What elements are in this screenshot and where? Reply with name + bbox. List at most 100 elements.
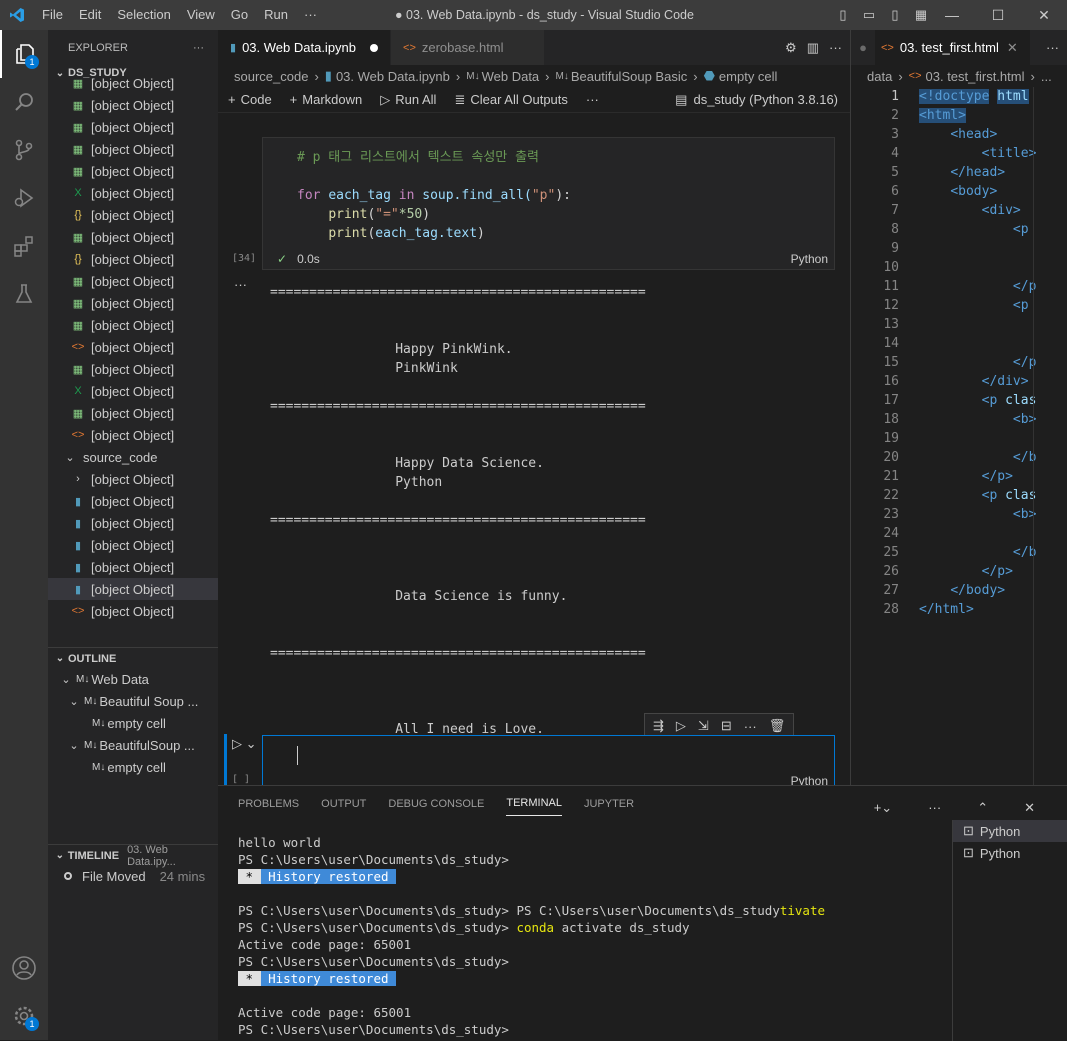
testing-flask-icon[interactable] <box>0 270 48 318</box>
file-tree-item[interactable]: {} [object Object] <box>48 248 218 270</box>
file-tree-item[interactable]: ▮ [object Object] <box>48 490 218 512</box>
crumb-cell[interactable]: empty cell <box>719 69 778 84</box>
tab-problems[interactable]: PROBLEMS <box>238 792 299 816</box>
file-tree-item[interactable]: ▮ [object Object] <box>48 556 218 578</box>
terminal-instance[interactable]: ⊡ Python <box>953 820 1067 842</box>
terminal-instance[interactable]: ⊡ Python <box>953 842 1067 864</box>
menu-file[interactable]: File <box>34 0 71 30</box>
tab-output[interactable]: OUTPUT <box>321 792 366 816</box>
crumb-folder[interactable]: source_code <box>234 69 308 84</box>
file-tree-item[interactable]: ▦ [object Object] <box>48 138 218 160</box>
close-tab-icon[interactable]: ✕ <box>1007 40 1018 56</box>
cell-language[interactable]: Python <box>791 252 828 266</box>
execute-cell-icon[interactable]: ▷ ⌄ <box>232 736 257 752</box>
outline-item[interactable]: ⌄ M↓ Beautiful Soup ... <box>48 690 218 712</box>
extensions-icon[interactable] <box>0 222 48 270</box>
run-below-icon[interactable]: ⇲ <box>698 718 709 734</box>
tab-test-first[interactable]: <> 03. test_first.html ✕ <box>875 30 1031 65</box>
menu-edit[interactable]: Edit <box>71 0 109 30</box>
file-tree-item[interactable]: ▦ [object Object] <box>48 402 218 424</box>
file-tree-item[interactable]: ▦ [object Object] <box>48 116 218 138</box>
unsaved-dot-icon[interactable] <box>370 43 379 52</box>
file-tree-item[interactable]: ▮ [object Object] <box>48 512 218 534</box>
right-editor-more-icon[interactable]: ··· <box>1046 30 1059 65</box>
file-tree-item[interactable]: ▦ [object Object] <box>48 314 218 336</box>
tab-zerobase[interactable]: <> zerobase.html <box>391 30 545 65</box>
source-control-icon[interactable] <box>0 126 48 174</box>
file-tree-item[interactable]: <> [object Object] <box>48 424 218 446</box>
file-tree-item[interactable]: X [object Object] <box>48 380 218 402</box>
crumb-heading[interactable]: Web Data <box>482 69 540 84</box>
file-tree-item[interactable]: X [object Object] <box>48 182 218 204</box>
file-tree-item[interactable]: ▦ [object Object] <box>48 226 218 248</box>
code-cell-editor[interactable]: # p 태그 리스트에서 텍스트 속성만 출력 for each_tag in … <box>263 138 834 243</box>
file-tree-item[interactable]: <> [object Object] <box>48 336 218 358</box>
menu-run[interactable]: Run <box>256 0 296 30</box>
add-code-button[interactable]: + Code <box>228 92 272 107</box>
explorer-icon[interactable]: 1 <box>0 30 48 78</box>
panel-more-icon[interactable]: ··· <box>928 794 941 822</box>
minimize-icon[interactable]: — <box>929 0 975 30</box>
file-tree-item[interactable]: {} [object Object] <box>48 204 218 226</box>
cell-more-icon[interactable]: ··· <box>744 719 757 734</box>
close-panel-icon[interactable]: ✕ <box>1024 794 1035 822</box>
toggle-secondary-sidebar-icon[interactable]: ▯ <box>882 7 908 23</box>
minimap[interactable] <box>1033 87 1057 785</box>
explorer-more-icon[interactable]: ··· <box>193 42 204 54</box>
folder-source-code[interactable]: ⌄ source_code <box>48 446 218 468</box>
file-tree-item[interactable]: ▮ [object Object] <box>48 578 218 600</box>
file-tree-item[interactable]: ▦ [object Object] <box>48 358 218 380</box>
kernel-picker[interactable]: ▤ ds_study (Python 3.8.16) <box>675 87 838 113</box>
outline-item[interactable]: ⌄ M↓ BeautifulSoup ... <box>48 734 218 756</box>
crumb-more[interactable]: ... <box>1041 69 1052 84</box>
outline-item[interactable]: ⌄ M↓ Web Data <box>48 668 218 690</box>
code-cell[interactable]: # p 태그 리스트에서 텍스트 속성만 출력 for each_tag in … <box>262 137 835 270</box>
file-tree-item[interactable]: ▦ [object Object] <box>48 292 218 314</box>
delete-cell-icon[interactable]: 🗑 <box>769 718 786 734</box>
search-icon[interactable] <box>0 78 48 126</box>
add-markdown-button[interactable]: + Markdown <box>290 92 363 107</box>
toolbar-more-button[interactable]: ··· <box>586 92 599 107</box>
more-actions-icon[interactable]: ··· <box>829 40 842 55</box>
tab-terminal[interactable]: TERMINAL <box>506 791 562 816</box>
timeline-section[interactable]: ⌄ TIMELINE 03. Web Data.ipy... <box>48 844 218 868</box>
account-icon[interactable] <box>0 944 48 992</box>
file-tree-item[interactable]: ▮ [object Object] <box>48 534 218 556</box>
maximize-panel-chevron-up-icon[interactable]: ⌃ <box>977 794 988 822</box>
tab-debug-console[interactable]: DEBUG CONSOLE <box>388 792 484 816</box>
crumb-file[interactable]: 03. test_first.html <box>926 69 1025 84</box>
split-editor-icon[interactable]: ▥ <box>807 40 819 56</box>
timeline-item[interactable]: File Moved 24 mins <box>48 865 218 887</box>
tab-web-data[interactable]: ▮ 03. Web Data.ipynb <box>218 30 392 65</box>
menu-selection[interactable]: Selection <box>109 0 178 30</box>
gear-icon[interactable]: ⚙ <box>785 40 797 56</box>
file-tree-item[interactable]: ▦ [object Object] <box>48 72 218 94</box>
file-tree-item[interactable]: ▦ [object Object] <box>48 160 218 182</box>
menu-view[interactable]: View <box>179 0 223 30</box>
crumb-subheading[interactable]: BeautifulSoup Basic <box>571 69 687 84</box>
file-tree-item[interactable]: › [object Object] <box>48 468 218 490</box>
menu-go[interactable]: Go <box>223 0 256 30</box>
split-cell-icon[interactable]: ⊟ <box>721 718 732 734</box>
run-above-icon[interactable]: ⇶ <box>653 718 664 734</box>
close-window-icon[interactable]: ✕ <box>1021 0 1067 30</box>
output-more-icon[interactable]: ··· <box>234 277 247 292</box>
toggle-panel-icon[interactable]: ▭ <box>856 7 882 23</box>
empty-code-cell[interactable]: Python <box>262 735 835 785</box>
run-all-button[interactable]: ▷ Run All <box>380 92 436 108</box>
file-tree-item[interactable]: ▦ [object Object] <box>48 270 218 292</box>
crumb-folder[interactable]: data <box>867 69 892 84</box>
crumb-file[interactable]: 03. Web Data.ipynb <box>336 69 450 84</box>
toggle-sidebar-icon[interactable]: ▯ <box>830 7 856 23</box>
new-terminal-plus-icon[interactable]: +⌄ <box>874 794 892 822</box>
file-tree-item[interactable]: <> [object Object] <box>48 600 218 622</box>
terminal-output[interactable]: hello world PS C:\Users\user\Documents\d… <box>238 834 825 1038</box>
outline-item[interactable]: M↓ empty cell <box>48 712 218 734</box>
cell-language[interactable]: Python <box>791 774 828 785</box>
outline-section[interactable]: ⌄ OUTLINE <box>48 647 218 669</box>
run-cell-icon[interactable]: ▷ <box>676 718 686 734</box>
tab-jupyter[interactable]: JUPYTER <box>584 792 634 816</box>
clear-outputs-button[interactable]: ≣ Clear All Outputs <box>454 92 567 108</box>
outline-item[interactable]: M↓ empty cell <box>48 756 218 778</box>
menu-more[interactable]: ··· <box>296 0 325 30</box>
